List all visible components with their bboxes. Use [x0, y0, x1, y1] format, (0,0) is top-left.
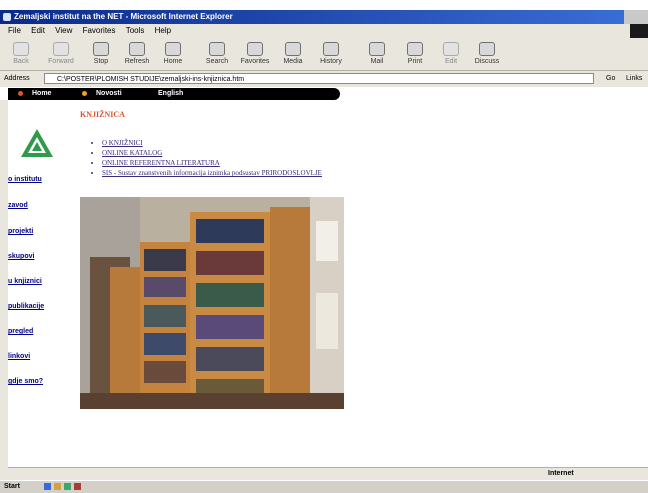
- security-zone: Internet: [548, 470, 574, 477]
- sidebar-item-links[interactable]: linkovi: [8, 353, 30, 360]
- address-bar: Address C:\POSTER\PLOMISH STUDIJE\zemalj…: [0, 71, 648, 87]
- news-bullet-icon: [82, 91, 87, 96]
- sidebar-item-institute[interactable]: o institutu: [8, 176, 42, 183]
- nav-english[interactable]: English: [158, 88, 183, 100]
- go-button[interactable]: Go: [606, 71, 615, 87]
- quicklaunch-media-icon[interactable]: [74, 483, 81, 490]
- print-icon: [407, 42, 423, 56]
- mail-button[interactable]: Mail: [360, 40, 394, 68]
- menu-bar: File Edit View Favorites Tools Help: [0, 24, 648, 38]
- refresh-button[interactable]: Refresh: [120, 40, 154, 68]
- home-bullet-icon: [18, 91, 23, 96]
- quicklaunch-folder-icon[interactable]: [54, 483, 61, 490]
- toolbar: Back Forward Stop Refresh Home Search Fa…: [0, 38, 648, 71]
- discuss-button[interactable]: Discuss: [470, 40, 504, 68]
- search-icon: [209, 42, 225, 56]
- nav-news[interactable]: Novosti: [96, 88, 122, 100]
- history-button[interactable]: History: [314, 40, 348, 68]
- forward-arrow-icon: [53, 42, 69, 56]
- menu-favorites[interactable]: Favorites: [83, 26, 116, 35]
- favorites-button[interactable]: Favorites: [238, 40, 272, 68]
- sidebar-item-projects[interactable]: projekti: [8, 228, 33, 235]
- refresh-icon: [129, 42, 145, 56]
- menu-edit[interactable]: Edit: [31, 26, 45, 35]
- menu-tools[interactable]: Tools: [126, 26, 145, 35]
- edit-icon: [443, 42, 459, 56]
- status-bar: Internet: [8, 467, 648, 480]
- link-online-catalog[interactable]: ONLINE KATALOG: [102, 148, 322, 158]
- home-icon: [165, 42, 181, 56]
- address-input[interactable]: C:\POSTER\PLOMISH STUDIJE\zemaljski-ins-…: [44, 73, 594, 84]
- link-about-library[interactable]: O KNJIŽNICI: [102, 138, 322, 148]
- menu-view[interactable]: View: [55, 26, 72, 35]
- sidebar-item-location[interactable]: gdje smo?: [8, 378, 43, 385]
- window-title: Zemaljski institut na the NET - Microsof…: [14, 12, 233, 21]
- stop-icon: [93, 42, 109, 56]
- window-controls[interactable]: [624, 10, 648, 24]
- edit-button[interactable]: Edit: [434, 40, 468, 68]
- ie-icon: [3, 13, 11, 21]
- start-button[interactable]: Start: [4, 481, 20, 493]
- links-button[interactable]: Links: [626, 71, 642, 87]
- quicklaunch-app-icon[interactable]: [64, 483, 71, 490]
- nav-home[interactable]: Home: [32, 88, 51, 100]
- institute-logo: [21, 129, 53, 157]
- back-button[interactable]: Back: [4, 40, 38, 68]
- sidebar-item-library[interactable]: u knjiznici: [8, 278, 42, 285]
- menu-file[interactable]: File: [8, 26, 21, 35]
- stop-button[interactable]: Stop: [84, 40, 118, 68]
- forward-button[interactable]: Forward: [44, 40, 78, 68]
- page-heading: KNJIŽNICA: [80, 110, 125, 119]
- media-icon: [285, 42, 301, 56]
- library-links-list: O KNJIŽNICI ONLINE KATALOG ONLINE REFERE…: [102, 138, 322, 178]
- discuss-icon: [479, 42, 495, 56]
- address-label: Address: [4, 75, 30, 82]
- sidebar-item-publications[interactable]: publikacije: [8, 303, 44, 310]
- favorites-icon: [247, 42, 263, 56]
- media-button[interactable]: Media: [276, 40, 310, 68]
- library-photo: [80, 197, 344, 409]
- title-bar: Zemaljski institut na the NET - Microsof…: [0, 10, 648, 24]
- menu-help[interactable]: Help: [155, 26, 171, 35]
- sidebar-item-meetings[interactable]: skupovi: [8, 253, 34, 260]
- home-button[interactable]: Home: [156, 40, 190, 68]
- sidebar-item-overview[interactable]: pregled: [8, 328, 33, 335]
- quicklaunch-ie-icon[interactable]: [44, 483, 51, 490]
- link-sis[interactable]: SIS - Sustav znanstvenih informacija izn…: [102, 168, 322, 178]
- search-button[interactable]: Search: [200, 40, 234, 68]
- taskbar: Start: [0, 480, 648, 493]
- sidebar-item-department[interactable]: zavod: [8, 202, 28, 209]
- top-navigation: Home Novosti English: [8, 88, 340, 100]
- mail-icon: [369, 42, 385, 56]
- print-button[interactable]: Print: [398, 40, 432, 68]
- history-icon: [323, 42, 339, 56]
- back-arrow-icon: [13, 42, 29, 56]
- page-left-edge: [0, 100, 8, 480]
- link-online-reference[interactable]: ONLINE REFERENTNA LITERATURA: [102, 158, 322, 168]
